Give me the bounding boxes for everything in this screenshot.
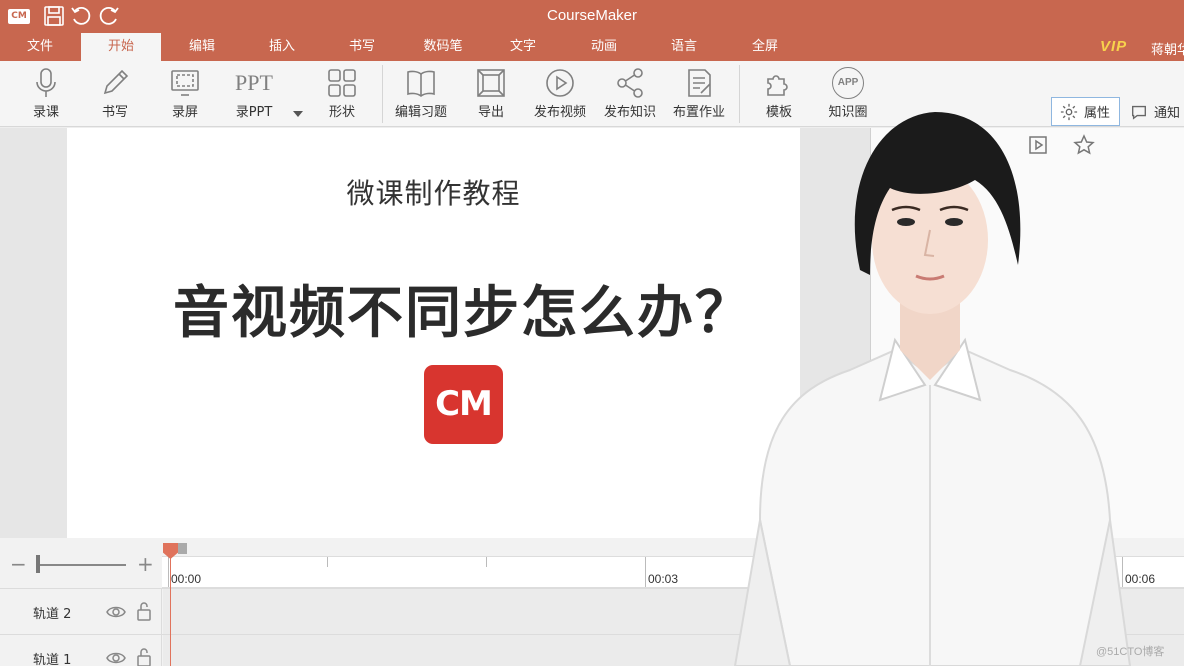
slide-subtitle: 微课制作教程	[346, 177, 521, 210]
write-label: 书写	[101, 105, 128, 120]
ruler-tick	[645, 557, 646, 587]
play-circle-icon	[525, 65, 595, 101]
tab-write[interactable]: 书写	[322, 33, 402, 61]
record-lesson-label: 录课	[32, 105, 59, 120]
ruler-tick	[486, 557, 487, 567]
presenter-photo	[733, 112, 1132, 666]
eye-icon[interactable]	[106, 648, 126, 666]
record-lesson-button[interactable]: 录课	[11, 65, 81, 125]
ribbon-separator	[382, 65, 383, 123]
playhead-line	[170, 558, 171, 666]
ruler-tick	[168, 557, 169, 587]
tab-home[interactable]: 开始	[81, 33, 161, 61]
timeline-zoom-controls: − +	[0, 538, 162, 588]
edit-exercise-label: 编辑习题	[394, 105, 447, 120]
export-label: 导出	[477, 105, 504, 120]
tab-animation[interactable]: 动画	[564, 33, 644, 61]
menu-bar: 文件 开始 编辑 插入 书写 数码笔 文字 动画 语言 全屏 VIP 蒋朝华	[0, 33, 1184, 61]
window-title: CourseMaker	[546, 7, 638, 24]
playhead-marker	[178, 543, 187, 554]
shapes-button[interactable]: 形状	[307, 65, 377, 125]
unlock-icon[interactable]	[136, 647, 152, 666]
shapes-icon	[307, 65, 377, 101]
unlock-icon[interactable]	[136, 601, 152, 621]
zoom-out-button[interactable]: −	[10, 552, 27, 576]
zoom-in-button[interactable]: +	[137, 552, 154, 576]
zoom-slider-handle[interactable]	[36, 555, 40, 573]
homework-icon	[664, 65, 734, 101]
publish-knowledge-label: 发布知识	[603, 105, 656, 120]
microphone-icon	[11, 65, 81, 101]
track-name: 轨道 2	[33, 607, 72, 622]
app-icon-text: APP	[832, 67, 864, 99]
publish-knowledge-button[interactable]: 发布知识	[595, 65, 665, 125]
slide-canvas[interactable]: 微课制作教程 音视频不同步怎么办？ CM	[67, 128, 800, 538]
slide-logo: CM	[424, 365, 503, 444]
share-icon	[595, 65, 665, 101]
time-label: 00:03	[648, 572, 679, 586]
app-icon: APP	[813, 65, 883, 101]
book-icon	[386, 65, 456, 101]
ppt-icon-text: PPT	[235, 70, 273, 95]
edit-exercise-button[interactable]: 编辑习题	[386, 65, 456, 125]
publish-video-button[interactable]: 发布视频	[525, 65, 595, 125]
tab-insert[interactable]: 插入	[242, 33, 322, 61]
track-header: 轨道 1	[0, 635, 162, 666]
tab-digital-pen[interactable]: 数码笔	[403, 33, 483, 61]
eye-icon[interactable]	[106, 602, 126, 622]
track-name: 轨道 1	[33, 653, 72, 666]
tab-file[interactable]: 文件	[0, 33, 80, 61]
watermark: @51CTO博客	[1096, 646, 1165, 658]
shapes-label: 形状	[328, 105, 355, 120]
record-ppt-button[interactable]: PPT 录PPT	[219, 65, 289, 125]
tab-text[interactable]: 文字	[483, 33, 563, 61]
record-screen-label: 录屏	[171, 105, 198, 120]
track-header: 轨道 2	[0, 589, 162, 635]
zoom-slider-track[interactable]	[38, 564, 126, 566]
write-button[interactable]: 书写	[80, 65, 150, 125]
user-name[interactable]: 蒋朝华	[1151, 39, 1184, 58]
screen-record-icon	[150, 65, 220, 101]
puzzle-icon	[744, 65, 814, 101]
export-icon	[456, 65, 526, 101]
export-button[interactable]: 导出	[456, 65, 526, 125]
tab-edit[interactable]: 编辑	[162, 33, 242, 61]
record-screen-button[interactable]: 录屏	[150, 65, 220, 125]
record-ppt-label: 录PPT	[235, 105, 273, 120]
pencil-icon	[80, 65, 150, 101]
title-bar: CM CourseMaker	[0, 0, 1184, 33]
tab-fullscreen[interactable]: 全屏	[725, 33, 805, 61]
notify-label: 通知	[1154, 106, 1181, 121]
ruler-tick	[327, 557, 328, 567]
publish-video-label: 发布视频	[533, 105, 586, 120]
ppt-icon: PPT	[219, 65, 289, 101]
vip-badge[interactable]: VIP	[1100, 37, 1127, 57]
record-ppt-dropdown-arrow[interactable]	[293, 111, 303, 117]
time-label: 00:00	[171, 572, 202, 586]
tab-voice[interactable]: 语言	[644, 33, 724, 61]
